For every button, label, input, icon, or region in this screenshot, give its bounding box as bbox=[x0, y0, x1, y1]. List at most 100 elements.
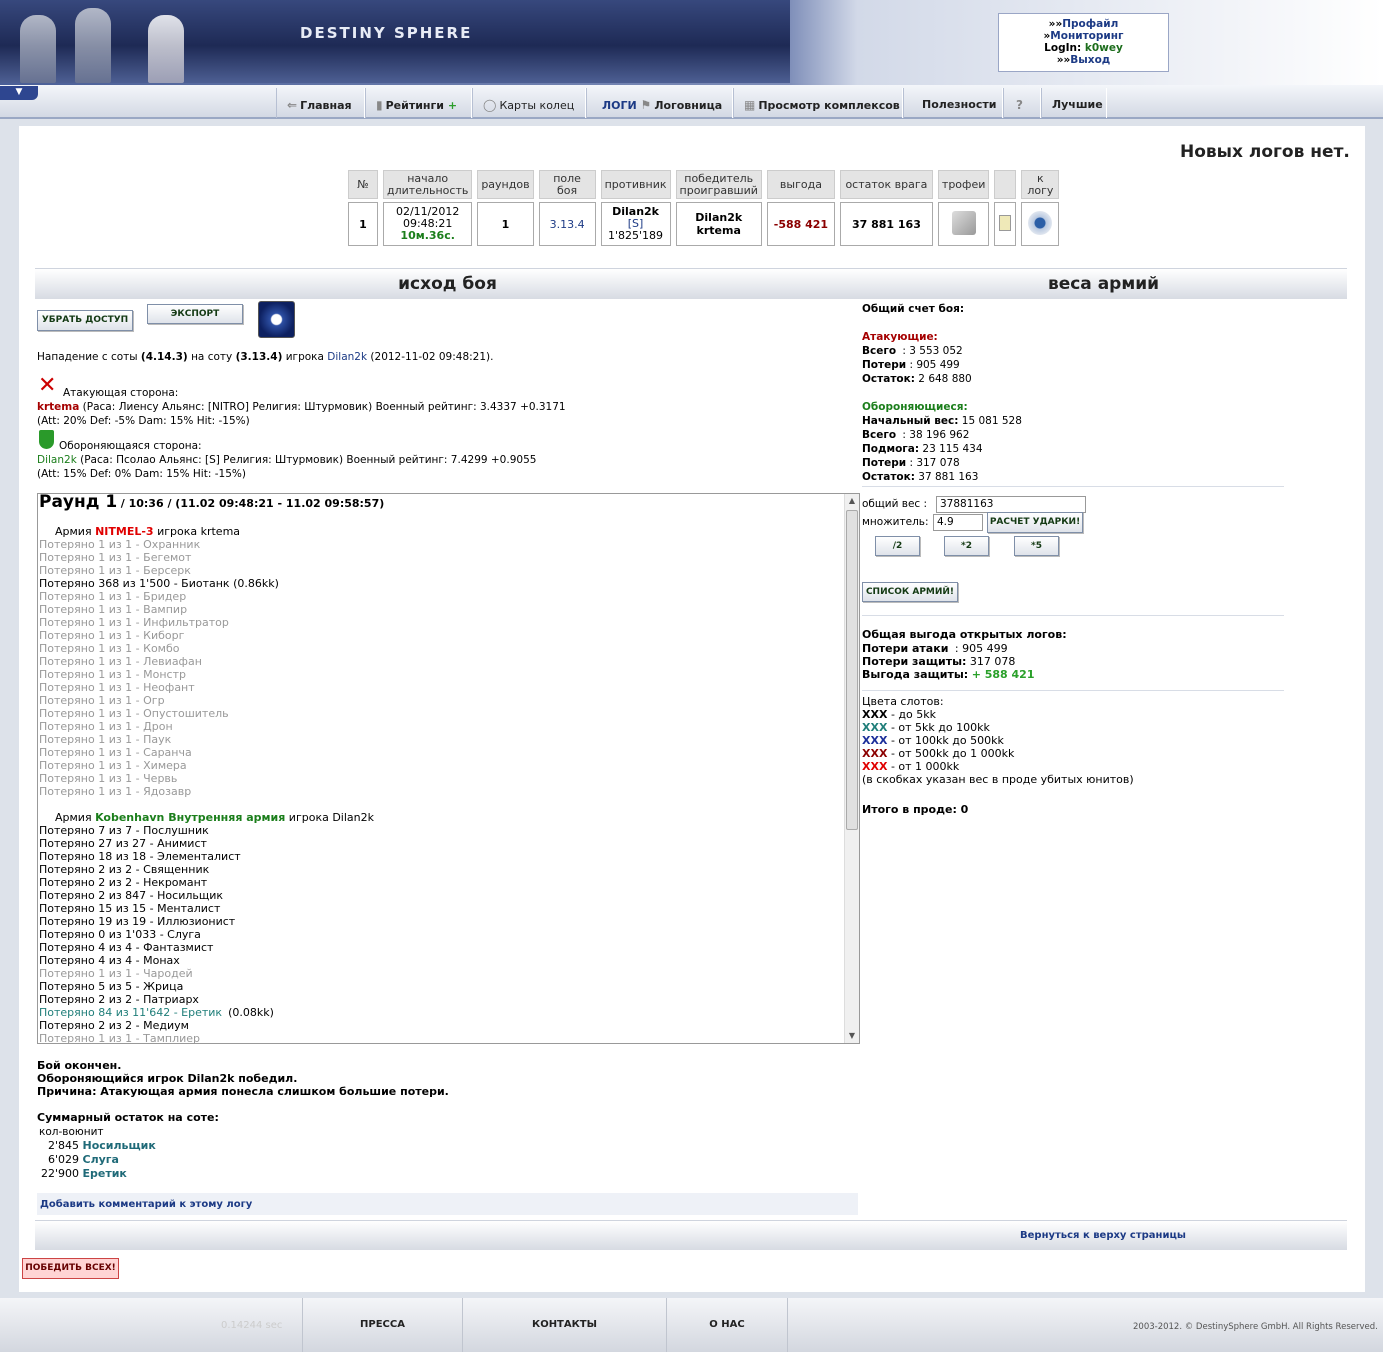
open-profit-title: Общая выгода открытых логов: bbox=[862, 628, 1067, 641]
trophy-icon[interactable] bbox=[937, 202, 990, 246]
footer-press[interactable]: ПРЕССА bbox=[302, 1298, 462, 1352]
multiply-2-button[interactable]: *2 bbox=[944, 536, 989, 556]
row-start: 02/11/2012 09:48:21 10м.36с. bbox=[383, 202, 473, 246]
profit-def-gain: Выгода защиты: + 588 421 bbox=[862, 668, 1035, 681]
chart-icon: ▮ bbox=[376, 98, 383, 112]
total-score-title: Общий счет боя: bbox=[862, 303, 965, 315]
army1-list: Потеряно 1 из 1 - Охранник Потеряно 1 из … bbox=[39, 538, 844, 798]
scroll-up-icon: ▲ bbox=[848, 496, 856, 505]
def-help: Подмога: 23 115 434 bbox=[862, 443, 983, 455]
result-line-1: Бой окончен. bbox=[37, 1059, 122, 1072]
army2-list: Потеряно 7 из 7 - Послушник Потеряно 27 и… bbox=[39, 824, 844, 1043]
col-tolog: к логу bbox=[1021, 170, 1060, 199]
profile-link[interactable]: Профайл bbox=[1062, 18, 1118, 30]
unit-line: Потеряно 2 из 2 - Патриарх bbox=[39, 993, 199, 1006]
slot-sample: XXX bbox=[862, 721, 888, 734]
unit-line: Потеряно 1 из 1 - Инфильтратор bbox=[39, 616, 229, 629]
nav-best[interactable]: Лучшие bbox=[1041, 88, 1107, 118]
slot-colors-title: Цвета слотов: bbox=[862, 695, 944, 708]
army-list-button[interactable]: СПИСОК АРМИЙ! bbox=[862, 582, 958, 602]
nav-home[interactable]: ⇐ Главная bbox=[276, 88, 365, 118]
calc-strike-button[interactable]: РАСЧЕТ УДАРКИ! bbox=[987, 512, 1083, 533]
footer-contacts[interactable]: КОНТАКТЫ bbox=[462, 1298, 666, 1352]
col-profit: выгода bbox=[766, 170, 835, 199]
divider bbox=[862, 615, 1284, 616]
def-loss: Потери : 317 078 bbox=[862, 457, 960, 469]
back-to-top-link[interactable]: Вернуться к верху страницы bbox=[1020, 1229, 1186, 1243]
unit-line: Потеряно 1 из 1 - Саранча bbox=[39, 746, 192, 759]
user-box: »»Профайл »Мониторинг LogIn: k0wey »»Вых… bbox=[998, 13, 1169, 72]
unit-line: Потеряно 2 из 2 - Некромант bbox=[39, 876, 208, 889]
nav-complexes[interactable]: ▦ Просмотр комплексов bbox=[733, 88, 903, 118]
monitoring-link[interactable]: Мониторинг bbox=[1050, 30, 1123, 42]
export-button[interactable]: ЭКСПОРТ bbox=[147, 304, 243, 324]
multiplier-input[interactable]: 4.9 bbox=[933, 514, 983, 531]
unit-line: Потеряно 368 из 1'500 - Биотанк (0.86kk) bbox=[39, 577, 279, 590]
nav-ring-maps[interactable]: ◯ Карты колец bbox=[472, 88, 586, 118]
log-table: № начало длительность раундов поле боя п… bbox=[343, 167, 1064, 249]
remaining-unit[interactable]: Носильщик bbox=[83, 1139, 156, 1152]
att-loss: Потери : 905 499 bbox=[862, 359, 960, 371]
nav-useful[interactable]: Полезности bbox=[903, 88, 1003, 118]
attacker-info: krtema (Раса: Лиенсу Альянс: [NITRO] Рел… bbox=[37, 401, 566, 413]
slot-sample: XXX bbox=[862, 747, 888, 760]
login-user: k0wey bbox=[1084, 42, 1123, 54]
unit-line: Потеряно 1 из 1 - Огр bbox=[39, 694, 165, 707]
remaining-header: кол-воюнит bbox=[39, 1126, 104, 1138]
divide-2-button[interactable]: /2 bbox=[875, 536, 920, 556]
profit-def-loss: Потери защиты: 317 078 bbox=[862, 655, 1016, 668]
slot-color-row: XXX - от 1 000kk bbox=[862, 760, 960, 773]
logout-link[interactable]: Выход bbox=[1070, 54, 1110, 66]
view-log-icon[interactable] bbox=[1021, 202, 1060, 246]
unit-line: Потеряно 1 из 1 - Берсерк bbox=[39, 564, 191, 577]
weight-input[interactable]: 37881163 bbox=[936, 496, 1086, 513]
multiply-5-button[interactable]: *5 bbox=[1014, 536, 1059, 556]
add-comment-link[interactable]: Добавить комментарий к этому логу bbox=[40, 1199, 252, 1210]
remaining-count: 2'845 bbox=[47, 1139, 79, 1152]
nav-logs[interactable]: ЛОГИ ⚑ Логовница bbox=[586, 88, 733, 118]
unit-line: Потеряно 1 из 1 - Ядозавр bbox=[39, 785, 192, 798]
scrollbar[interactable]: ▲ ▼ bbox=[844, 494, 859, 1043]
site-logo[interactable]: DESTINY SPHERE bbox=[300, 24, 472, 42]
nav-ratings[interactable]: ▮ Рейтинги + bbox=[365, 88, 472, 118]
refresh-icon[interactable] bbox=[258, 301, 295, 338]
revoke-access-button[interactable]: УБРАТЬ ДОСТУП bbox=[37, 310, 133, 331]
remaining-unit[interactable]: Еретик bbox=[83, 1167, 127, 1180]
unit-weight: (0.08kk) bbox=[228, 1006, 274, 1019]
row-num: 1 bbox=[348, 202, 378, 246]
def-total: Всего : 38 196 962 bbox=[862, 429, 970, 441]
row-winner: Dilan2k krtema bbox=[675, 202, 762, 246]
unit-line: Потеряно 1 из 1 - Левиафан bbox=[39, 655, 202, 668]
unit-line: Потеряно 0 из 1'033 - Слуга bbox=[39, 928, 201, 941]
footer-about[interactable]: О НАС bbox=[666, 1298, 788, 1352]
row-opponent[interactable]: Dilan2k [S] 1'825'189 bbox=[600, 202, 671, 246]
beat-all-button[interactable]: ПОБЕДИТЬ ВСЕХ! bbox=[22, 1258, 119, 1279]
result-line-2: Обороняющийся игрок Dilan2k победил. bbox=[37, 1072, 298, 1085]
shield-icon bbox=[39, 430, 54, 449]
unit-line: Потеряно 1 из 1 - Чародей bbox=[39, 967, 193, 980]
swords-icon: ✕ bbox=[38, 373, 57, 398]
round-log-panel[interactable]: Раунд 1 / 10:36 / (11.02 09:48:21 - 11.0… bbox=[37, 493, 860, 1044]
remaining-unit[interactable]: Слуга bbox=[83, 1153, 119, 1166]
slot-color-row: XXX - от 5kk до 100kk bbox=[862, 721, 990, 734]
slot-color-row: XXX - от 100kk до 500kk bbox=[862, 734, 1004, 747]
divider bbox=[862, 690, 1284, 691]
round-title: Раунд 1 / 10:36 / (11.02 09:48:21 - 11.0… bbox=[39, 493, 385, 512]
table-row[interactable]: 1 02/11/2012 09:48:21 10м.36с. 1 3.13.4 Di… bbox=[348, 202, 1060, 246]
unit-line: Потеряно 84 из 11'642 - Еретик (0.08kk) bbox=[39, 1006, 274, 1019]
row-profit: -588 421 bbox=[766, 202, 835, 246]
unit-line: Потеряно 1 из 1 - Монстр bbox=[39, 668, 186, 681]
unit-line: Потеряно 1 из 1 - Неофант bbox=[39, 681, 195, 694]
row-field[interactable]: 3.13.4 bbox=[538, 202, 596, 246]
nav-help[interactable]: ? bbox=[1003, 88, 1041, 118]
defenders-label: Обороняющиеся: bbox=[862, 401, 968, 413]
collapse-toggle[interactable]: ▼ bbox=[0, 86, 38, 100]
army1-header: Армия NITMEL-3 игрока krtema bbox=[55, 525, 241, 538]
unit-line: Потеряно 1 из 1 - Комбо bbox=[39, 642, 180, 655]
attack-description: Нападение с соты (4.14.3) на соту (3.13.… bbox=[37, 351, 494, 363]
row-rest: 37 881 163 bbox=[839, 202, 933, 246]
copyright: 2003-2012. © DestinySphere GmbH. All Rig… bbox=[1133, 1322, 1378, 1332]
slot-sample: XXX bbox=[862, 734, 888, 747]
col-opponent: противник bbox=[600, 170, 671, 199]
note-icon[interactable] bbox=[994, 202, 1017, 246]
